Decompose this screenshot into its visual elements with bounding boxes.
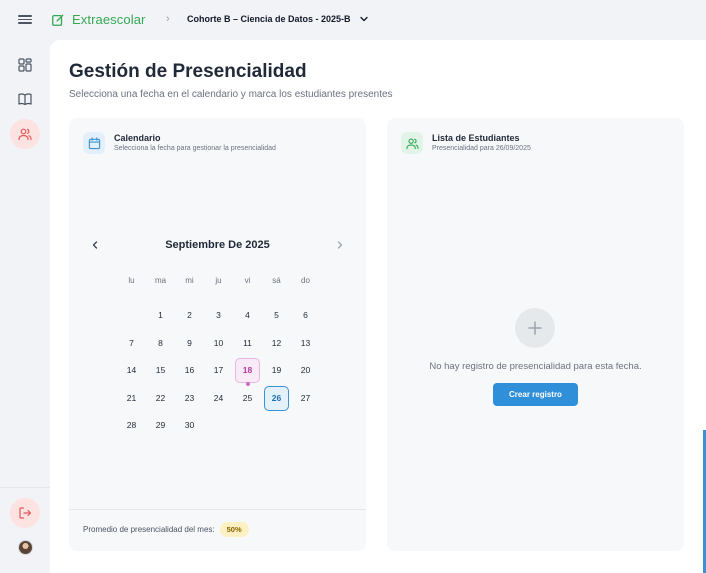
users-icon (18, 128, 32, 141)
weekday-label: sá (272, 276, 281, 285)
weekday-label: do (301, 276, 310, 285)
main-panel: Gestión de Presencialidad Selecciona una… (50, 40, 706, 573)
sidebar (0, 40, 50, 573)
calendar-day[interactable]: 19 (264, 358, 289, 383)
calendar-card: Calendario Selecciona la fecha para gest… (69, 118, 366, 551)
calendar-empty-cell (119, 303, 144, 328)
calendar-day[interactable]: 18 (235, 358, 260, 386)
chevron-right-icon (337, 241, 343, 249)
monthly-average: Promedio de presencialidad del mes: 50% (83, 522, 249, 537)
calendar-day[interactable]: 30 (177, 413, 202, 438)
calendar-grid: lu ma mi ju vi sá do 1 2 3 4 5 6 7 8 9 10 11 12 13 14 15 16 17… (117, 276, 320, 441)
calendar-day[interactable]: 23 (177, 386, 202, 411)
top-bar: Extraescolar › Cohorte B – Ciencia de Da… (0, 0, 706, 40)
calendar-icon (88, 136, 100, 149)
students-icon-badge (401, 132, 423, 154)
calendar-subtitle: Selecciona la fecha para gestionar la pr… (114, 145, 276, 152)
avatar[interactable] (18, 540, 33, 555)
edit-square-icon (52, 14, 64, 26)
plus-icon (528, 321, 542, 335)
calendar-day[interactable]: 5 (264, 303, 289, 328)
sidebar-item-dashboard[interactable] (10, 50, 40, 80)
sidebar-item-courses[interactable] (10, 84, 40, 114)
brand[interactable]: Extraescolar (51, 12, 145, 27)
empty-state-plus (515, 308, 555, 348)
sidebar-item-attendance[interactable] (10, 119, 40, 149)
weekday-label: lu (128, 276, 135, 285)
book-icon (18, 93, 32, 106)
chevron-down-icon (359, 16, 368, 22)
calendar-day[interactable]: 15 (148, 358, 173, 383)
calendar-day[interactable]: 17 (206, 358, 231, 383)
calendar-week: 28 29 30 (117, 413, 320, 441)
calendar-day[interactable]: 1 (148, 303, 173, 328)
calendar-day[interactable]: 13 (293, 331, 318, 356)
calendar-day[interactable]: 14 (119, 358, 144, 383)
cohort-selector[interactable]: Cohorte B – Ciencia de Datos - 2025-B (187, 14, 369, 24)
calendar-day[interactable]: 25 (235, 386, 260, 411)
calendar-day[interactable]: 21 (119, 386, 144, 411)
calendar-day[interactable]: 2 (177, 303, 202, 328)
calendar-weeks: 1 2 3 4 5 6 7 8 9 10 11 12 13 14 15 16 17 18 19 20 21 22 23 24 2… (117, 303, 320, 441)
weekday-label: ju (215, 276, 222, 285)
users-icon (405, 137, 419, 149)
cohort-label: Cohorte B – Ciencia de Datos - 2025-B (187, 14, 351, 24)
logout-button[interactable] (10, 498, 40, 528)
calendar-week: 14 15 16 17 18 19 20 (117, 358, 320, 386)
calendar-day[interactable]: 6 (293, 303, 318, 328)
breadcrumb-separator: › (166, 13, 170, 25)
calendar-day[interactable]: 24 (206, 386, 231, 411)
menu-icon[interactable] (18, 13, 32, 27)
page-title: Gestión de Presencialidad (69, 61, 307, 82)
calendar-empty-cell (264, 413, 289, 438)
calendar-month-label: Septiembre De 2025 (165, 239, 270, 251)
calendar-empty-cell (293, 413, 318, 438)
calendar-day[interactable]: 28 (119, 413, 144, 438)
page-subtitle: Selecciona una fecha en el calendario y … (69, 89, 393, 100)
sidebar-divider (0, 487, 50, 488)
calendar-day[interactable]: 29 (148, 413, 173, 438)
students-title: Lista de Estudiantes (432, 133, 520, 143)
calendar-day[interactable]: 7 (119, 331, 144, 356)
calendar-day[interactable]: 27 (293, 386, 318, 411)
average-label: Promedio de presencialidad del mes: (83, 525, 215, 534)
students-subtitle: Presencialidad para 26/09/2025 (432, 145, 531, 152)
calendar-day[interactable]: 26 (264, 385, 289, 411)
create-record-button[interactable]: Crear registro (493, 383, 578, 406)
calendar-day[interactable]: 3 (206, 303, 231, 328)
calendar-day[interactable]: 20 (293, 358, 318, 383)
calendar-day[interactable]: 9 (177, 331, 202, 356)
calendar-footer-divider (69, 509, 366, 510)
calendar-day[interactable]: 10 (206, 331, 231, 356)
calendar-empty-cell (206, 413, 231, 438)
calendar-day[interactable]: 8 (148, 331, 173, 356)
calendar-day[interactable]: 22 (148, 386, 173, 411)
next-month-button[interactable] (333, 238, 347, 252)
average-badge: 50% (219, 522, 249, 537)
calendar-header: Calendario Selecciona la fecha para gest… (83, 132, 276, 154)
calendar-day[interactable]: 12 (264, 331, 289, 356)
calendar-day[interactable]: 16 (177, 358, 202, 383)
calendar-day[interactable]: 11 (235, 331, 260, 356)
calendar-icon-badge (83, 132, 105, 154)
calendar-week: 21 22 23 24 25 26 27 (117, 385, 320, 414)
calendar-title: Calendario (114, 133, 161, 143)
calendar-week: 123456 (117, 303, 320, 331)
empty-state-message: No hay registro de presencialidad para e… (429, 361, 642, 372)
calendar-empty-cell (235, 413, 260, 438)
weekday-label: mi (185, 276, 194, 285)
logout-icon (19, 507, 32, 519)
brand-name: Extraescolar (72, 12, 146, 27)
students-header: Lista de Estudiantes Presencialidad para… (401, 132, 531, 154)
calendar-week: 7 8 9 10 11 12 13 (117, 331, 320, 359)
grid-icon (18, 58, 32, 72)
weekday-label: ma (154, 276, 167, 285)
students-card: Lista de Estudiantes Presencialidad para… (387, 118, 684, 551)
calendar-day[interactable]: 4 (235, 303, 260, 328)
weekday-label: vi (244, 276, 251, 285)
weekday-row: lu ma mi ju vi sá do (117, 276, 320, 290)
